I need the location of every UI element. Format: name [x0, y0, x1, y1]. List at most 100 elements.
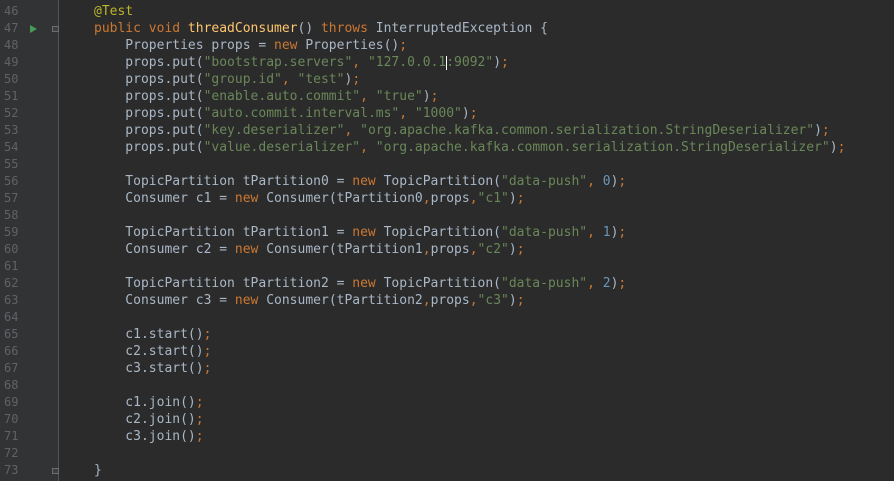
code-token: TopicPartition( [383, 174, 501, 189]
code-line[interactable]: 68 [0, 377, 894, 394]
code-line[interactable]: 52 props.put("auto.commit.interval.ms", … [0, 105, 894, 122]
code-token: ) [461, 106, 470, 121]
code-token: ; [837, 140, 846, 155]
code-line[interactable]: 61 [0, 258, 894, 275]
code-line[interactable]: 67 c3.start(); [0, 360, 894, 377]
line-number: 47 [4, 21, 19, 35]
code-line[interactable]: 54 props.put("value.deserializer", "org.… [0, 139, 894, 156]
code-token: TopicPartition tPartition2 = [94, 276, 353, 291]
fold-marker-icon[interactable] [52, 468, 59, 474]
code-token: props [430, 242, 470, 257]
code-token: Consumer(tPartition2 [266, 293, 423, 308]
code-token: 2 [602, 276, 611, 291]
code-line[interactable]: 69 c1.join(); [0, 394, 894, 411]
line-number: 54 [4, 140, 19, 154]
code-token: new [234, 293, 267, 308]
code-token: "enable.auto.commit" [203, 89, 361, 104]
code-token: ) [829, 140, 838, 155]
run-test-icon[interactable] [30, 25, 37, 33]
code-token: :9092" [446, 55, 494, 70]
line-number: 56 [4, 174, 19, 188]
code-line[interactable]: 72 [0, 445, 894, 462]
code-token: c2.join() [94, 412, 196, 427]
code-token: , [281, 72, 298, 87]
code-line[interactable]: 70 c2.join(); [0, 411, 894, 428]
code-text: props.put("value.deserializer", "org.apa… [94, 139, 845, 156]
code-token: "c3" [477, 293, 509, 308]
code-token: ; [195, 395, 204, 410]
code-token: "org.apache.kafka.common.serialization.S… [360, 123, 815, 138]
code-line[interactable]: 73} [0, 462, 894, 479]
code-token: "c1" [477, 191, 509, 206]
code-text: props.put("bootstrap.servers", "127.0.0.… [94, 54, 509, 71]
code-token: , [422, 191, 431, 206]
code-token: props.put( [94, 106, 204, 121]
code-area[interactable]: 46 @Test 47 public void threadConsumer() th… [0, 3, 894, 479]
code-line[interactable]: 64 [0, 309, 894, 326]
code-token: c2.start() [94, 344, 204, 359]
code-token: ; [399, 38, 408, 53]
code-token: throws [320, 21, 376, 36]
code-line[interactable]: 46 @Test [0, 3, 894, 20]
line-number: 46 [4, 4, 19, 18]
fold-marker-icon[interactable] [52, 26, 59, 32]
code-line[interactable]: 49 props.put("bootstrap.servers", "127.0… [0, 54, 894, 71]
code-token: props.put( [94, 89, 204, 104]
line-number: 49 [4, 55, 19, 69]
code-line[interactable]: 60 Consumer c2 = new Consumer(tPartition… [0, 241, 894, 258]
code-token: , [352, 55, 368, 70]
line-number: 61 [4, 259, 19, 273]
code-line[interactable]: 59 TopicPartition tPartition1 = new Topi… [0, 224, 894, 241]
code-token: @Test [94, 4, 134, 19]
code-token: "test" [297, 72, 345, 87]
code-token: "auto.commit.interval.ms" [203, 106, 400, 121]
line-number: 58 [4, 208, 19, 222]
code-line[interactable]: 62 TopicPartition tPartition2 = new Topi… [0, 275, 894, 292]
code-token: ; [203, 327, 212, 342]
code-editor[interactable]: 46 @Test 47 public void threadConsumer() th… [0, 0, 894, 481]
code-line[interactable]: 63 Consumer c3 = new Consumer(tPartition… [0, 292, 894, 309]
code-line[interactable]: 50 props.put("group.id", "test"); [0, 71, 894, 88]
code-token: ; [203, 361, 212, 376]
code-token: new [352, 276, 384, 291]
code-token: } [94, 463, 102, 478]
code-token: "key.deserializer" [203, 123, 345, 138]
code-text: } [94, 462, 102, 479]
line-number: 57 [4, 191, 19, 205]
code-token: props [430, 191, 470, 206]
code-token: c1.start() [94, 327, 204, 342]
code-line[interactable]: 47 public void threadConsumer() throws In… [0, 20, 894, 37]
code-text: c1.start(); [94, 326, 211, 343]
code-token: ; [516, 242, 525, 257]
line-number: 62 [4, 276, 19, 290]
code-token: "127.0.0.1 [367, 55, 447, 70]
code-token: new [352, 174, 384, 189]
code-token: InterruptedException { [375, 21, 548, 36]
code-line[interactable]: 53 props.put("key.deserializer", "org.ap… [0, 122, 894, 139]
code-token: ; [618, 174, 627, 189]
code-token: Properties props = [94, 38, 275, 53]
line-number: 50 [4, 72, 19, 86]
code-line[interactable]: 65 c1.start(); [0, 326, 894, 343]
code-token: ) [508, 242, 517, 257]
code-token: ; [195, 429, 204, 444]
code-line[interactable]: 57 Consumer c1 = new Consumer(tPartition… [0, 190, 894, 207]
code-token: "data-push" [501, 276, 588, 291]
code-token: "data-push" [501, 225, 588, 240]
line-number: 71 [4, 429, 19, 443]
code-line[interactable]: 71 c3.join(); [0, 428, 894, 445]
code-line[interactable]: 66 c2.start(); [0, 343, 894, 360]
code-line[interactable]: 58 [0, 207, 894, 224]
code-token: props.put( [94, 123, 204, 138]
code-line[interactable]: 55 [0, 156, 894, 173]
code-token: () [297, 21, 321, 36]
line-number: 59 [4, 225, 19, 239]
code-token: ; [203, 344, 212, 359]
code-line[interactable]: 48 Properties props = new Properties(); [0, 37, 894, 54]
code-line[interactable]: 56 TopicPartition tPartition0 = new Topi… [0, 173, 894, 190]
code-token: new [234, 242, 267, 257]
code-text: public void threadConsumer() throws Inte… [94, 20, 548, 37]
code-token: Properties() [305, 38, 400, 53]
code-line[interactable]: 51 props.put("enable.auto.commit", "true… [0, 88, 894, 105]
code-token: public void [94, 21, 188, 36]
